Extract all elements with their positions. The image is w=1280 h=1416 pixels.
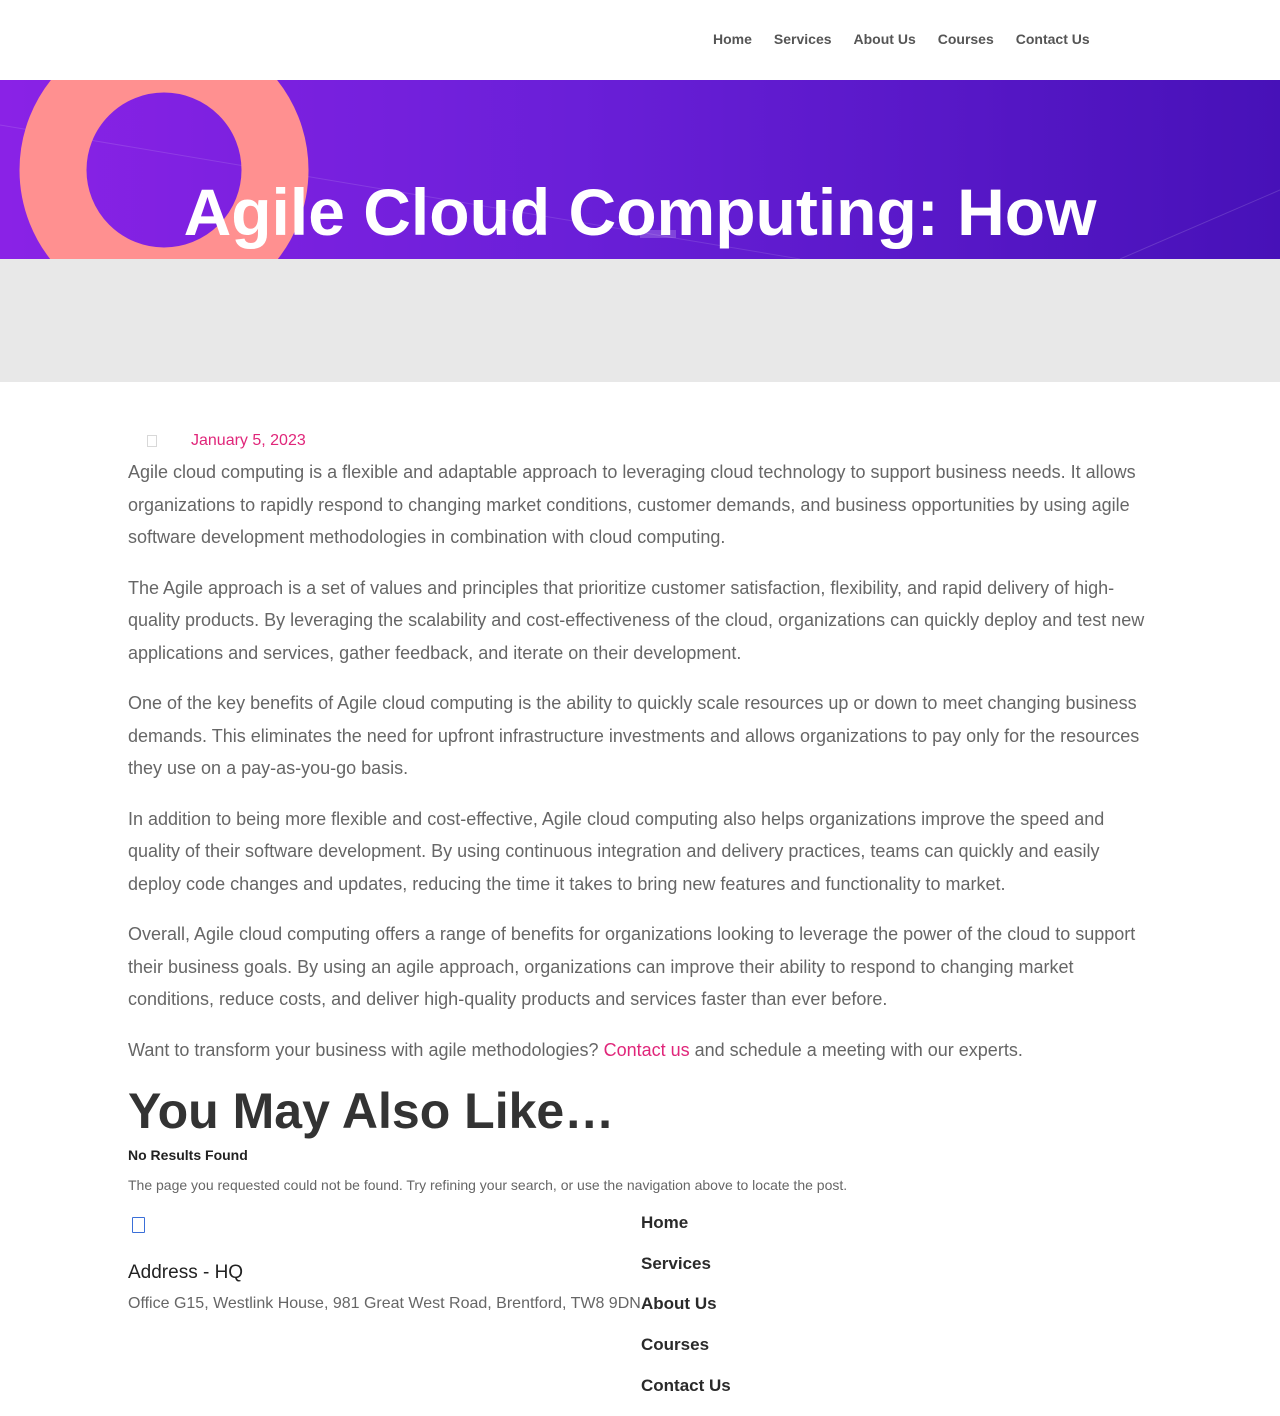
footer-logo-icon — [132, 1217, 145, 1233]
footer-nav-about-us[interactable]: About Us — [641, 1293, 731, 1334]
hero-banner: Agile Cloud Computing: How — [0, 80, 1280, 259]
footer-nav-services[interactable]: Services — [641, 1253, 731, 1294]
related-heading: You May Also Like… — [128, 1083, 615, 1139]
post-paragraph: One of the key benefits of Agile cloud c… — [128, 693, 1140, 778]
nav-courses[interactable]: Courses — [938, 31, 994, 47]
cta-text-before: Want to transform your business with agi… — [128, 1039, 604, 1060]
nav-contact-us[interactable]: Contact Us — [1016, 31, 1090, 47]
address-title: Address - HQ — [128, 1262, 244, 1283]
post-paragraph: The Agile approach is a set of values an… — [128, 577, 1145, 663]
post-paragraph: In addition to being more flexible and c… — [128, 808, 1105, 894]
page-title: Agile Cloud Computing: How — [183, 175, 1097, 249]
nav-home[interactable]: Home — [713, 31, 752, 47]
post-meta: January 5, 2023 — [128, 430, 1152, 452]
footer-nav-contact-us[interactable]: Contact Us — [641, 1375, 731, 1416]
main-nav: Home Services About Us Courses Contact U… — [713, 31, 1112, 47]
no-results-title: No Results Found — [128, 1147, 248, 1163]
post-date: January 5, 2023 — [191, 432, 306, 449]
nav-services[interactable]: Services — [774, 31, 832, 47]
post-paragraph: Overall, Agile cloud computing offers a … — [128, 924, 1136, 1009]
footer-nav: Home Services About Us Courses Contact U… — [641, 1212, 731, 1415]
post-paragraph: Agile cloud computing is a flexible and … — [128, 462, 1136, 547]
post-content: January 5, 2023 Agile cloud computing is… — [128, 430, 1152, 1084]
footer-nav-courses[interactable]: Courses — [641, 1334, 731, 1375]
hero-band — [0, 259, 1280, 382]
address-text: Office G15, Westlink House, 981 Great We… — [128, 1295, 641, 1312]
no-results-text: The page you requested could not be foun… — [128, 1177, 848, 1193]
post-cta: Want to transform your business with agi… — [128, 1034, 1152, 1067]
nav-about-us[interactable]: About Us — [854, 31, 916, 47]
calendar-icon — [147, 435, 157, 447]
contact-us-link[interactable]: Contact us — [604, 1040, 690, 1060]
site-header: Home Services About Us Courses Contact U… — [0, 0, 1280, 80]
footer-nav-home[interactable]: Home — [641, 1212, 731, 1253]
cta-text-after: and schedule a meeting with our experts. — [689, 1039, 1023, 1060]
